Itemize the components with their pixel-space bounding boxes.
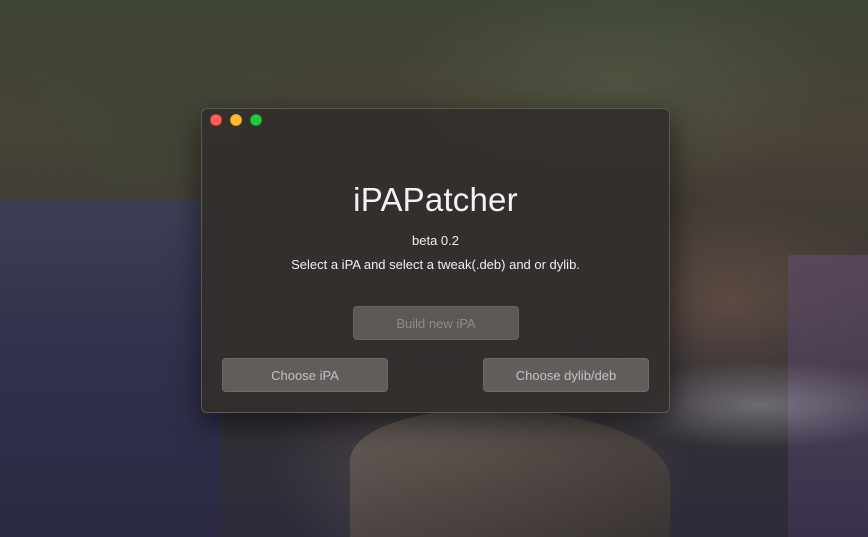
wallpaper-sea [0,200,220,537]
close-icon[interactable] [210,114,222,126]
app-window: iPAPatcher beta 0.2 Select a iPA and sel… [201,108,670,413]
zoom-icon[interactable] [250,114,262,126]
version-label: beta 0.2 [412,233,459,248]
minimize-icon[interactable] [230,114,242,126]
desktop-wallpaper: iPAPatcher beta 0.2 Select a iPA and sel… [0,0,868,537]
app-title: iPAPatcher [353,181,518,218]
window-controls [210,114,262,126]
choose-ipa-button[interactable]: Choose iPA [222,358,388,392]
instructions-text: Select a iPA and select a tweak(.deb) an… [291,257,580,272]
build-new-ipa-button[interactable]: Build new iPA [353,306,519,340]
choose-dylib-deb-button[interactable]: Choose dylib/deb [483,358,649,392]
